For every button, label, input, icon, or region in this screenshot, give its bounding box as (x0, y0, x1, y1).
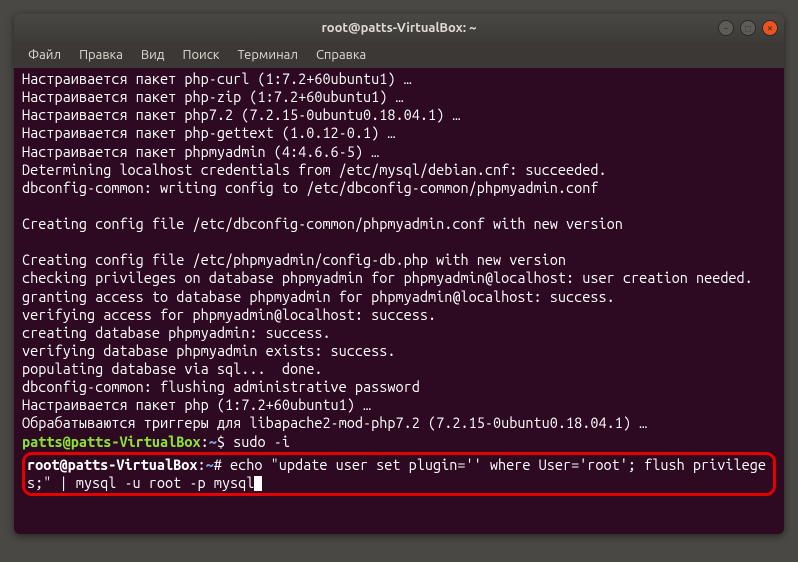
output-line (22, 197, 776, 215)
prompt-root: root@patts-VirtualBox (27, 456, 198, 473)
output-line: Creating config file /etc/phpmyadmin/con… (22, 251, 776, 269)
prompt-path: ~ (206, 456, 214, 473)
output-line: Настраивается пакет phpmyadmin (4:4.6.6-… (22, 143, 776, 161)
output-line: Настраивается пакет php7.2 (7.2.15-0ubun… (22, 106, 776, 124)
prompt-line: root@patts-VirtualBox:~# echo "update us… (27, 456, 771, 492)
prompt-user: patts@patts-VirtualBox (22, 433, 201, 450)
output-line: verifying access for phpmyadmin@localhos… (22, 306, 776, 324)
output-line: granting access to database phpmyadmin f… (22, 288, 776, 306)
menu-search[interactable]: Поиск (174, 46, 227, 64)
output-line: dbconfig-common: writing config to /etc/… (22, 179, 776, 197)
minimize-button[interactable]: – (718, 20, 734, 36)
menu-terminal[interactable]: Терминал (229, 46, 305, 64)
output-line: Determining localhost credentials from /… (22, 161, 776, 179)
output-line: populating database via sql... done. (22, 360, 776, 378)
output-line: Настраивается пакет php-zip (1:7.2+60ubu… (22, 88, 776, 106)
window-controls: – ⬚ ✕ (718, 20, 778, 36)
output-line: checking privileges on database phpmyadm… (22, 269, 776, 287)
menu-view[interactable]: Вид (133, 46, 173, 64)
menu-file[interactable]: Файл (20, 46, 69, 64)
terminal-window: root@patts-VirtualBox: ~ – ⬚ ✕ Файл Прав… (14, 14, 784, 534)
output-line: Обрабатываются триггеры для libapache2-m… (22, 414, 776, 432)
cursor (254, 476, 262, 491)
menu-edit[interactable]: Правка (71, 46, 131, 64)
close-button[interactable]: ✕ (762, 20, 778, 36)
output-line: creating database phpmyadmin: success. (22, 324, 776, 342)
output-line (22, 233, 776, 251)
prompt-symbol: # (214, 456, 222, 473)
prompt-path: ~ (209, 433, 217, 450)
highlight-box: root@patts-VirtualBox:~# echo "update us… (22, 452, 776, 496)
output-line: verifying database phpmyadmin exists: su… (22, 342, 776, 360)
output-line: dbconfig-common: flushing administrative… (22, 378, 776, 396)
window-title: root@patts-VirtualBox: ~ (14, 21, 784, 35)
menubar: Файл Правка Вид Поиск Терминал Справка (14, 42, 784, 68)
output-line: Настраивается пакет php (1:7.2+60ubuntu1… (22, 396, 776, 414)
terminal-body[interactable]: Настраивается пакет php-curl (1:7.2+60ub… (14, 68, 784, 498)
prompt-colon: : (198, 456, 206, 473)
output-line: Настраивается пакет php-curl (1:7.2+60ub… (22, 70, 776, 88)
prompt-colon: : (201, 433, 209, 450)
maximize-button[interactable]: ⬚ (740, 20, 756, 36)
output-line: Creating config file /etc/dbconfig-commo… (22, 215, 776, 233)
menu-help[interactable]: Справка (308, 46, 374, 64)
output-line: Настраивается пакет php-gettext (1.0.12-… (22, 124, 776, 142)
prompt-line: patts@patts-VirtualBox:~$ sudo -i (22, 433, 776, 451)
titlebar: root@patts-VirtualBox: ~ – ⬚ ✕ (14, 14, 784, 42)
prompt-symbol: $ (217, 433, 225, 450)
command-text: sudo -i (225, 433, 290, 450)
